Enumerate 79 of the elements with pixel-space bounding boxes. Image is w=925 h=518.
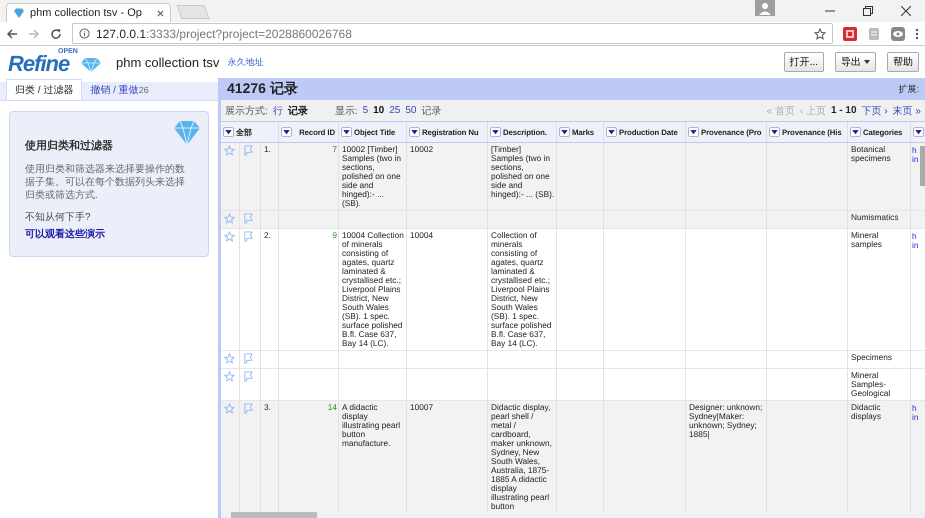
table-cell: Mineral samples [848, 229, 911, 351]
dropdown-icon[interactable] [559, 127, 570, 137]
header-button[interactable]: 导出 [835, 52, 876, 72]
record-id-cell: 9 [279, 229, 339, 351]
bookmark-star-icon[interactable] [814, 28, 826, 40]
star-icon[interactable] [224, 231, 235, 242]
scrollbar-thumb[interactable] [231, 512, 317, 518]
dropdown-icon[interactable] [850, 127, 861, 137]
demo-link[interactable]: 可以观看这些演示 [25, 229, 105, 240]
table-cell: 10004 Collection of minerals consisting of agates, quartz laminated & crystallised etc.; Liverpool Plains District, New South Wales (SB). 1 spec. surface polished B.fl. Case 637, Bay 14 (LC). [339, 229, 407, 351]
table-cell: h in [911, 229, 925, 351]
card-text: 使用归类和筛选器来选择要操作的数据子集。可以在每个数据列头来选择归类或筛选方式. [25, 163, 186, 202]
dropdown-icon[interactable] [341, 127, 352, 137]
address-bar[interactable]: 127.0.0.1:3333/project?project=2028860026768 [72, 23, 833, 44]
extension-icon[interactable] [843, 26, 857, 40]
view-mode-option[interactable]: 行 [272, 104, 283, 118]
close-icon[interactable] [901, 6, 911, 16]
url-text: 127.0.0.1:3333/project?project=2028860026768 [96, 26, 353, 40]
table-cell: Specimens [848, 351, 911, 369]
dropdown-icon[interactable] [913, 127, 924, 137]
browser-tab[interactable]: phm collection tsv - Op [6, 3, 171, 22]
view-mode-label: 展示方式: [225, 104, 268, 118]
header-button[interactable]: 帮助 [887, 52, 919, 72]
dropdown-icon[interactable] [490, 127, 501, 137]
tab-title: phm collection tsv - Op [30, 7, 143, 19]
page-size-option[interactable]: 10 [373, 105, 384, 116]
diamond-icon [172, 119, 202, 147]
record-id-cell [279, 211, 339, 229]
dropdown-icon[interactable] [769, 127, 780, 137]
panel-tab[interactable]: 撤销 / 重做26 [82, 80, 157, 100]
profile-icon[interactable] [755, 0, 775, 16]
view-mode-option[interactable]: 记录 [288, 104, 308, 118]
project-title: phm collection tsv [116, 54, 220, 70]
dropdown-icon[interactable] [606, 127, 617, 137]
page-size-option[interactable]: 25 [389, 105, 400, 116]
page-size-label: 显示: [334, 104, 358, 118]
record-id-cell [279, 351, 339, 369]
diamond-icon [13, 7, 25, 19]
card-title: 使用归类和过滤器 [25, 138, 114, 153]
table-cell [339, 351, 407, 369]
header-button[interactable]: 打开... [784, 52, 824, 72]
pager-link[interactable]: 下页 › [862, 104, 888, 118]
star-icon[interactable] [224, 145, 235, 156]
card-question: 不知从何下手? [25, 210, 92, 224]
star-icon[interactable] [224, 371, 235, 382]
dropdown-icon[interactable] [688, 127, 699, 137]
star-icon[interactable] [224, 403, 235, 414]
page-size-unit: 记录 [422, 104, 442, 118]
table-cell: 10004 [407, 229, 488, 351]
page-size-option[interactable]: 5 [362, 105, 368, 116]
star-icon[interactable] [224, 353, 235, 364]
dropdown-icon[interactable] [281, 127, 292, 137]
scrollbar-thumb[interactable] [920, 146, 925, 186]
dropdown-icon[interactable] [223, 127, 234, 137]
table-cell [557, 211, 604, 229]
table-cell [488, 211, 557, 229]
dropdown-icon[interactable] [409, 127, 420, 137]
info-icon [79, 28, 90, 39]
table-cell [488, 351, 557, 369]
record-count: 41276 记录 [227, 80, 298, 98]
menu-icon[interactable] [915, 28, 919, 40]
page-size-option[interactable]: 50 [405, 105, 416, 116]
page-range: 1 - 10 [830, 105, 857, 116]
table-cell: Numismatics [848, 211, 911, 229]
panel-tab[interactable]: 归类 / 过滤器 [6, 79, 82, 100]
row-number-cell: 2. [261, 229, 279, 351]
restore-icon[interactable] [863, 6, 873, 16]
reload-icon[interactable] [50, 28, 62, 40]
pager-link[interactable]: 末页 » [892, 104, 921, 118]
table-cell [339, 211, 407, 229]
star-icon[interactable] [224, 213, 235, 224]
table-cell: Collection of minerals consisting of agates, quartz laminated & crystallised etc.; Liverpool Plains District, New South Wales (SB). 1 spec. surface polished B.fl. Case 637, Bay 14 (LC). [488, 229, 557, 351]
permalink-link[interactable]: 永久地址 [227, 56, 264, 68]
eye-icon[interactable] [891, 26, 905, 40]
back-icon[interactable] [6, 28, 18, 40]
diamond-icon [80, 57, 102, 73]
table-cell [557, 351, 604, 369]
close-icon[interactable] [157, 10, 164, 16]
extensions-label: 扩展: [898, 82, 919, 96]
